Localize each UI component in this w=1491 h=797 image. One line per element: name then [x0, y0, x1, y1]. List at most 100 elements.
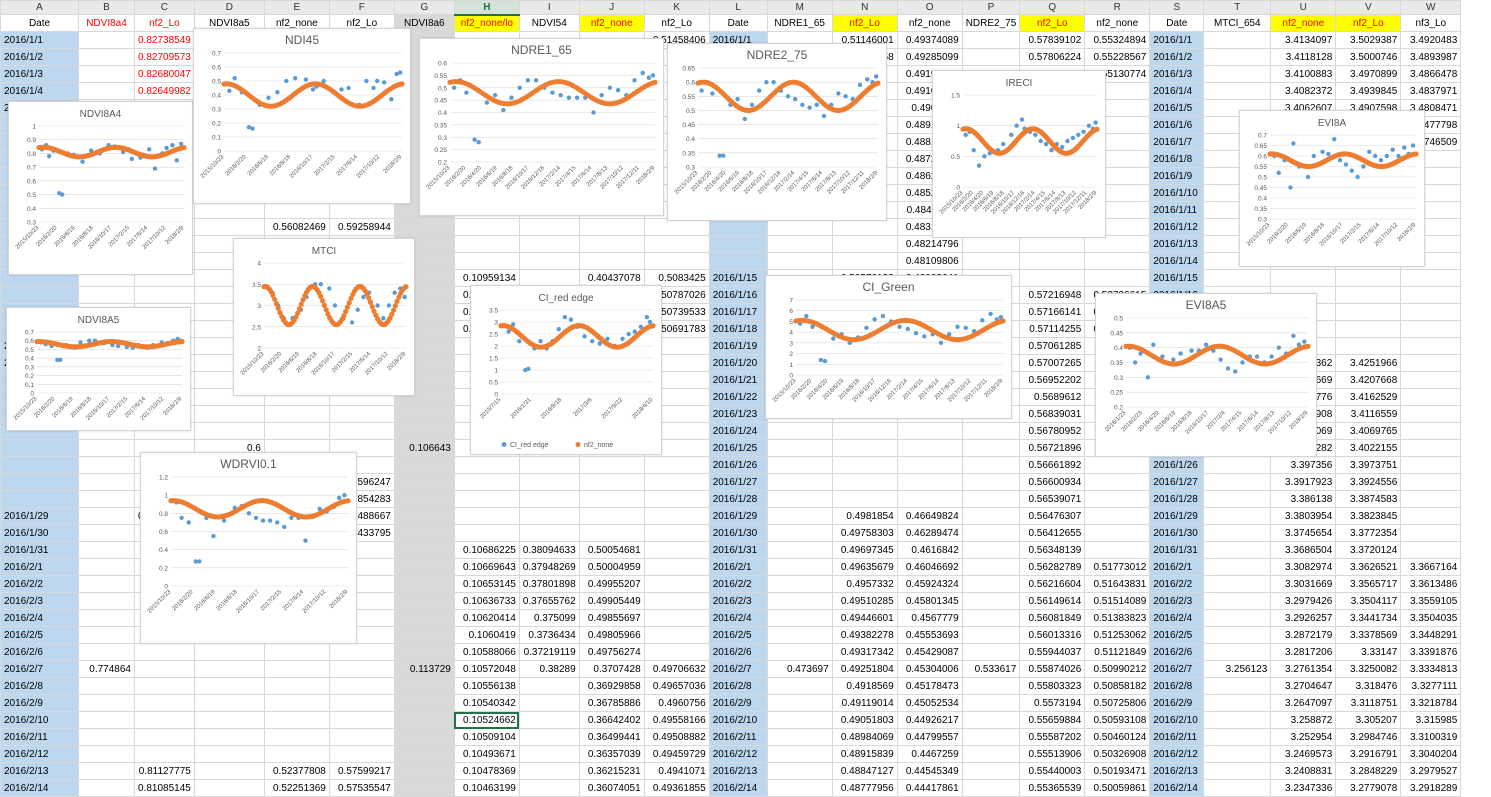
table-cell[interactable]: 0.4981854 [831, 507, 898, 525]
table-cell[interactable] [1203, 592, 1272, 610]
chart-ci-green[interactable]: CI_Green 7 6 5 4 3 2 1 0 2015/10/23 2016/2/20 2016/… [765, 275, 1012, 419]
table-cell[interactable]: 0.49285099 [896, 48, 963, 66]
table-cell[interactable]: 2016/2/10 [708, 711, 768, 729]
table-cell[interactable] [263, 694, 330, 712]
table-cell[interactable]: 3.4082372 [1270, 82, 1337, 100]
table-cell[interactable]: 2016/2/1 [1149, 558, 1205, 576]
table-cell[interactable]: 3.2647097 [1270, 694, 1337, 712]
table-cell[interactable]: 3.3277111 [1400, 677, 1462, 695]
table-cell[interactable]: 3.2469573 [1270, 745, 1337, 763]
table-cell[interactable]: 0.57216948 [1019, 286, 1086, 304]
table-cell[interactable]: 0.55324894 [1084, 31, 1151, 49]
table-cell[interactable]: 0.37801898 [518, 575, 580, 593]
table-cell[interactable]: 3.4116559 [1335, 405, 1402, 423]
table-cell[interactable] [518, 779, 580, 797]
table-cell[interactable]: 0.48915839 [831, 745, 898, 763]
table-cell[interactable]: 0.48214796 [896, 235, 963, 253]
field-header-cell[interactable]: nf2_none [896, 14, 963, 32]
table-cell[interactable] [1203, 507, 1272, 525]
table-cell[interactable] [518, 252, 580, 270]
table-cell[interactable]: 2016/2/7 [708, 660, 768, 678]
table-cell[interactable]: 3.4251966 [1335, 354, 1402, 372]
table-cell[interactable] [453, 235, 520, 253]
column-header-t[interactable]: T [1203, 0, 1272, 15]
table-cell[interactable]: 0.5573194 [1019, 694, 1086, 712]
table-cell[interactable]: 0.10524662 [453, 711, 520, 729]
table-cell[interactable] [643, 609, 710, 627]
table-cell[interactable]: 0.56082469 [263, 218, 330, 236]
table-cell[interactable] [766, 507, 833, 525]
table-cell[interactable] [263, 677, 330, 695]
table-cell[interactable]: 2016/1/5 [1149, 99, 1205, 117]
table-cell[interactable]: 0.49905449 [578, 592, 645, 610]
table-cell[interactable]: 0.55803323 [1019, 677, 1086, 695]
chart-ndi45[interactable]: NDI45 0.7 0.6 0.5 0.4 0.3 0.2 0.1 0 2015/10/23 201… [193, 28, 411, 204]
table-cell[interactable]: 2016/2/4 [0, 609, 79, 627]
table-cell[interactable]: 3.3613486 [1400, 575, 1462, 593]
table-cell[interactable]: 0.82680047 [134, 65, 195, 83]
table-cell[interactable]: 0.10653145 [453, 575, 520, 593]
table-cell[interactable]: 2016/2/14 [1149, 779, 1205, 797]
table-cell[interactable] [518, 524, 580, 542]
table-cell[interactable] [766, 541, 833, 559]
column-header-r[interactable]: R [1084, 0, 1151, 15]
table-cell[interactable] [393, 609, 455, 627]
table-cell[interactable] [961, 48, 1021, 66]
table-cell[interactable] [1084, 473, 1151, 491]
table-cell[interactable]: 0.50725806 [1084, 694, 1151, 712]
table-cell[interactable] [831, 439, 898, 457]
field-header-cell[interactable]: nf2_Lo [643, 14, 710, 32]
table-cell[interactable] [1203, 728, 1272, 746]
table-cell[interactable]: 3.2984746 [1335, 728, 1402, 746]
table-cell[interactable]: 0.46046692 [896, 558, 963, 576]
table-cell[interactable]: 0.473697 [766, 660, 833, 678]
table-cell[interactable]: 2016/2/10 [1149, 711, 1205, 729]
table-cell[interactable]: 0.5083425 [643, 269, 710, 287]
table-cell[interactable]: 0.48984069 [831, 728, 898, 746]
column-header-g[interactable]: G [393, 0, 455, 15]
table-cell[interactable] [1270, 269, 1337, 287]
table-cell[interactable] [193, 762, 265, 780]
table-cell[interactable]: 0.10540342 [453, 694, 520, 712]
table-cell[interactable]: 0.56282789 [1019, 558, 1086, 576]
table-cell[interactable]: 0.56600934 [1019, 473, 1086, 491]
table-cell[interactable]: 0.56013316 [1019, 626, 1086, 644]
field-header-cell[interactable]: Date [1149, 14, 1205, 32]
column-header-s[interactable]: S [1149, 0, 1205, 15]
table-cell[interactable]: 2016/1/22 [708, 388, 768, 406]
table-cell[interactable] [393, 728, 455, 746]
table-cell[interactable] [1400, 456, 1462, 474]
table-cell[interactable]: 3.3917923 [1270, 473, 1337, 491]
table-cell[interactable] [961, 31, 1021, 49]
field-header-cell[interactable]: nf3_Lo [1400, 14, 1462, 32]
table-cell[interactable] [1203, 609, 1272, 627]
chart-ndre2-75[interactable]: NDRE2_75 0.65 0.6 0.55 0.5 0.45 0.4 0.35 0.3 2015… [667, 43, 887, 221]
table-cell[interactable]: 0.49758303 [831, 524, 898, 542]
table-cell[interactable]: 0.37655762 [518, 592, 580, 610]
table-cell[interactable]: 0.50858182 [1084, 677, 1151, 695]
table-cell[interactable] [78, 558, 135, 576]
table-cell[interactable] [1400, 439, 1462, 457]
table-cell[interactable] [1335, 286, 1402, 304]
table-cell[interactable]: 0.56721896 [1019, 439, 1086, 457]
table-cell[interactable] [1400, 354, 1462, 372]
table-cell[interactable]: 3.4022155 [1335, 439, 1402, 457]
table-cell[interactable]: 2016/1/27 [708, 473, 768, 491]
table-cell[interactable]: 3.3100319 [1400, 728, 1462, 746]
table-cell[interactable] [1203, 31, 1272, 49]
table-cell[interactable]: 0.49317342 [831, 643, 898, 661]
table-cell[interactable]: 3.3874583 [1335, 490, 1402, 508]
table-cell[interactable] [453, 473, 520, 491]
table-cell[interactable]: 3.2926257 [1270, 609, 1337, 627]
table-cell[interactable] [193, 745, 265, 763]
table-cell[interactable] [518, 473, 580, 491]
table-cell[interactable]: 2016/1/4 [0, 82, 79, 100]
table-cell[interactable]: 0.36357039 [578, 745, 645, 763]
table-cell[interactable] [643, 507, 710, 525]
table-cell[interactable] [134, 728, 195, 746]
table-cell[interactable]: 2016/2/1 [708, 558, 768, 576]
table-cell[interactable] [393, 507, 455, 525]
table-cell[interactable] [78, 541, 135, 559]
table-cell[interactable] [393, 643, 455, 661]
table-cell[interactable]: 0.57806224 [1019, 48, 1086, 66]
